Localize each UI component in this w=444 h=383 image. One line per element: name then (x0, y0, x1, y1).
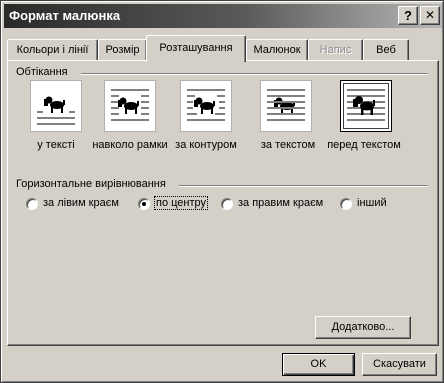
radio-label: по центру (153, 196, 209, 210)
title-bar[interactable]: Формат малюнка ? ✕ (4, 4, 442, 28)
tab-text-box[interactable]: Напис (308, 39, 363, 61)
wrap-label-tight: за контуром (175, 139, 237, 151)
radio-label: інший (357, 197, 387, 209)
tab-colors-lines[interactable]: Кольори і лінії (7, 39, 98, 61)
radio-label: за лівим краєм (43, 197, 119, 209)
behind-text-icon[interactable] (260, 80, 312, 132)
tab-layout[interactable]: Розташування (146, 35, 246, 62)
radio-circle[interactable] (221, 198, 233, 210)
tab-strip: Кольори і лінії Розмір Розташування Малю… (7, 35, 439, 62)
dialog-title: Формат малюнка (9, 8, 121, 23)
wrapping-group-title: Обтікання (16, 66, 68, 78)
ok-button[interactable]: OK (282, 353, 355, 376)
tight-wrap-icon[interactable] (180, 80, 232, 132)
tab-web[interactable]: Веб (363, 39, 409, 61)
in-front-of-text-icon[interactable] (340, 80, 392, 132)
wrap-label-behind: за текстом (260, 139, 316, 151)
alignment-group-title: Горизонтальне вирівнювання (16, 178, 166, 190)
radio-label: за правим краєм (238, 197, 324, 209)
help-button[interactable]: ? (398, 6, 418, 25)
close-button[interactable]: ✕ (420, 6, 440, 25)
radio-circle[interactable] (138, 198, 150, 210)
tab-picture[interactable]: Малюнок (246, 39, 308, 61)
tab-size[interactable]: Розмір (98, 39, 147, 61)
wrapping-separator (81, 73, 428, 75)
inline-with-text-icon[interactable] (30, 80, 82, 132)
radio-circle[interactable] (26, 198, 38, 210)
format-picture-dialog: Формат малюнка ? ✕ Кольори і лінії Розмі… (0, 0, 444, 383)
advanced-button[interactable]: Додатково... (315, 316, 411, 339)
cancel-button[interactable]: Скасувати (362, 353, 437, 376)
square-wrap-icon[interactable] (104, 80, 156, 132)
alignment-separator (179, 185, 428, 187)
wrap-label-in-front: перед текстом (327, 139, 401, 151)
radio-circle[interactable] (340, 198, 352, 210)
wrap-label-square: навколо рамки (92, 139, 168, 151)
wrap-label-inline: у тексті (37, 139, 75, 151)
